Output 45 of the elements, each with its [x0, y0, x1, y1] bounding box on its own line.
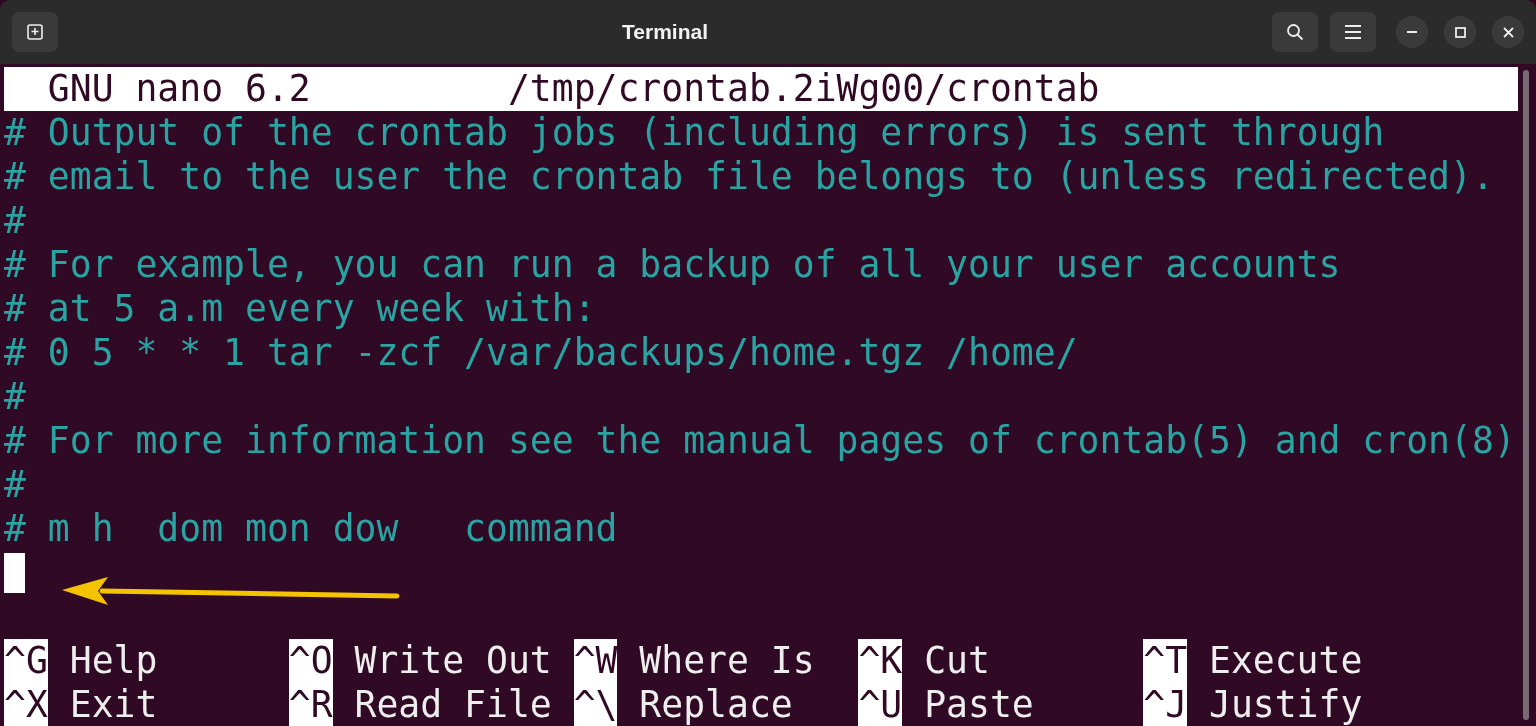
shortcut-key: ^\	[573, 683, 618, 726]
shortcut-label: Paste	[924, 683, 1034, 726]
shortcut-label: Execute	[1209, 639, 1363, 683]
shortcut-label: Read File	[354, 683, 552, 726]
shortcut-label: Replace	[639, 683, 793, 726]
shortcut-key: ^U	[858, 683, 903, 726]
shortcut-key: ^J	[1143, 683, 1188, 726]
close-icon	[1502, 26, 1514, 38]
minimize-icon	[1407, 31, 1417, 33]
editor-version: GNU nano 6.2	[47, 67, 311, 111]
shortcut-key: ^X	[4, 683, 48, 726]
comment-line: # Output of the crontab jobs (including errors) is sent through	[4, 111, 1385, 155]
comment-line: #	[4, 463, 26, 507]
comment-line: # at 5 a.m every week with:	[4, 287, 596, 331]
window-title: Terminal	[621, 20, 709, 44]
search-button[interactable]	[1272, 12, 1318, 52]
shortcut-key: ^R	[288, 683, 333, 726]
comment-line: # m h dom mon dow command	[4, 507, 618, 551]
new-tab-icon	[26, 23, 44, 41]
shortcut-label: Where Is	[639, 639, 815, 683]
maximize-icon	[1454, 26, 1466, 38]
comment-line: # email to the user the crontab file belongs to (unless redirected).	[4, 155, 1494, 199]
shortcut-label: Write Out	[354, 639, 552, 683]
menu-icon	[1345, 25, 1361, 39]
comment-line: # For example, you can run a backup of all your user accounts	[4, 243, 1341, 287]
text-cursor	[4, 553, 25, 593]
close-button[interactable]	[1492, 16, 1524, 48]
comment-line: #	[4, 375, 26, 419]
menu-button[interactable]	[1330, 12, 1376, 52]
file-path: /tmp/crontab.2iWg00/crontab	[507, 67, 1100, 111]
shortcut-key: ^G	[4, 639, 48, 683]
shortcut-key: ^T	[1143, 639, 1188, 683]
shortcut-label: Justify	[1209, 683, 1363, 726]
comment-line: #	[4, 199, 26, 243]
maximize-button[interactable]	[1444, 16, 1476, 48]
shortcut-label: Cut	[924, 639, 990, 683]
shortcut-label: Help	[69, 639, 158, 683]
new-tab-button[interactable]	[12, 12, 58, 52]
shortcut-key: ^O	[288, 639, 333, 683]
search-icon	[1286, 23, 1304, 41]
shortcut-label: Exit	[69, 683, 158, 726]
comment-line: # For more information see the manual pages of crontab(5) and cron(8)	[4, 419, 1516, 463]
shortcut-key: ^W	[573, 639, 618, 683]
shortcut-key: ^K	[858, 639, 903, 683]
comment-line: # 0 5 * * 1 tar -zcf /var/backups/home.tgz /home/	[4, 331, 1078, 375]
